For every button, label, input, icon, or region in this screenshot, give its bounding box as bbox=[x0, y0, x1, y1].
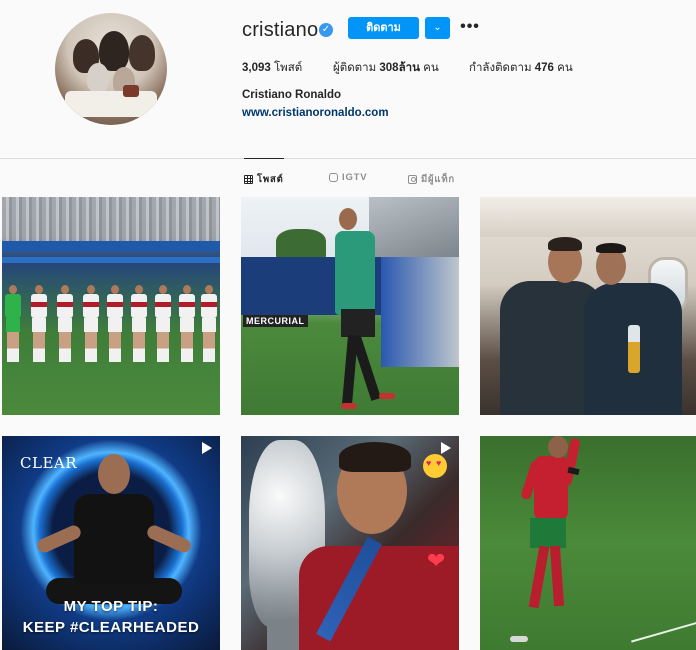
followers-label: ผู้ติดตาม bbox=[333, 62, 377, 74]
player-figure bbox=[82, 285, 100, 365]
ad-overlay-text: KEEP #CLEARHEADED bbox=[22, 619, 200, 636]
post-thumbnail[interactable] bbox=[2, 197, 220, 415]
player-shoe bbox=[341, 403, 357, 409]
post-thumbnail[interactable]: CLEAR MY TOP TIP: KEEP #CLEARHEADED bbox=[2, 436, 220, 650]
player-head bbox=[339, 208, 357, 230]
player-shoe bbox=[379, 393, 395, 399]
tab-igtv[interactable]: IGTV bbox=[329, 172, 367, 183]
mercurial-ad-text: MERCURIAL bbox=[243, 315, 308, 327]
profile-username: cristiano bbox=[242, 19, 319, 41]
player-figure bbox=[56, 285, 74, 365]
player-leg bbox=[528, 545, 550, 609]
player-head bbox=[548, 436, 568, 458]
player-figure bbox=[154, 285, 172, 365]
following-count: 476 bbox=[534, 62, 554, 74]
tab-tagged[interactable]: มีผู้แท็ก bbox=[408, 172, 455, 187]
tab-tagged-label: มีผู้แท็ก bbox=[421, 174, 455, 185]
ad-board bbox=[2, 257, 220, 263]
bottle bbox=[628, 325, 640, 373]
active-tab-indicator bbox=[244, 158, 284, 159]
player-figure bbox=[30, 285, 48, 365]
followers-count: 308ล้าน bbox=[379, 62, 420, 74]
posts-count: 3,093 bbox=[242, 62, 271, 74]
player-leg bbox=[351, 335, 381, 401]
video-play-icon bbox=[441, 442, 451, 454]
player-figure bbox=[106, 285, 124, 365]
profile-avatar[interactable] bbox=[55, 13, 167, 125]
avatar-person bbox=[129, 35, 155, 71]
pitch-line bbox=[631, 621, 696, 643]
player-shorts bbox=[341, 309, 375, 337]
followers-unit: คน bbox=[423, 62, 439, 74]
heart-emoji-icon: ❤ bbox=[427, 548, 446, 573]
post-thumbnail[interactable] bbox=[480, 436, 696, 650]
stat-followers[interactable]: ผู้ติดตาม 308ล้าน คน bbox=[333, 59, 439, 77]
player-figure bbox=[4, 285, 22, 365]
post-thumbnail[interactable] bbox=[480, 197, 696, 415]
tabs-divider bbox=[0, 158, 696, 159]
tag-icon bbox=[408, 175, 417, 184]
person-body bbox=[74, 494, 154, 584]
player-body bbox=[335, 231, 375, 315]
player-figure bbox=[200, 285, 218, 365]
stadium-stands bbox=[2, 197, 220, 241]
clear-logo: CLEAR bbox=[20, 454, 78, 472]
avatar-person bbox=[87, 63, 109, 93]
video-play-icon bbox=[202, 442, 212, 454]
posts-label: โพสต์ bbox=[273, 62, 303, 74]
instagram-profile-page: cristiano ✓ ติดตาม ⌄ ••• 3,093 โพสต์ ผู้… bbox=[0, 0, 696, 650]
ad-overlay-text: MY TOP TIP: bbox=[63, 598, 159, 615]
overhead-bin bbox=[480, 197, 696, 237]
player-leg bbox=[549, 545, 565, 607]
chevron-down-icon[interactable]: ⌄ bbox=[425, 17, 450, 39]
tab-igtv-label: IGTV bbox=[342, 172, 368, 183]
tab-posts-label: โพสต์ bbox=[257, 174, 284, 185]
player-hair bbox=[339, 442, 411, 472]
player-shorts bbox=[530, 518, 566, 548]
tab-posts[interactable]: โพสต์ bbox=[244, 172, 284, 187]
following-unit: คน bbox=[557, 62, 573, 74]
verified-badge-icon: ✓ bbox=[319, 23, 333, 37]
following-label: กำลังติดตาม bbox=[469, 62, 532, 74]
player-figure bbox=[130, 285, 148, 365]
tv-icon bbox=[329, 173, 338, 182]
stat-posts: 3,093 โพสต์ bbox=[242, 59, 302, 77]
player-shoe bbox=[510, 636, 528, 642]
more-options-icon[interactable]: ••• bbox=[460, 17, 480, 39]
post-thumbnail[interactable]: ❤ bbox=[241, 436, 459, 650]
person-head bbox=[98, 454, 130, 494]
heart-eyes-emoji-icon bbox=[423, 454, 447, 478]
person-hair bbox=[596, 243, 626, 253]
post-thumbnail[interactable]: MERCURIAL bbox=[241, 197, 459, 415]
person-hair bbox=[548, 237, 582, 251]
profile-website-link[interactable]: www.cristianoronaldo.com bbox=[242, 107, 389, 119]
stadium-roof bbox=[369, 197, 459, 257]
avatar-cake bbox=[123, 85, 139, 97]
follow-button[interactable]: ติดตาม bbox=[348, 17, 419, 39]
profile-full-name: Cristiano Ronaldo bbox=[242, 89, 342, 101]
player-torso bbox=[534, 456, 568, 520]
ad-board bbox=[2, 241, 220, 251]
avatar-table bbox=[65, 91, 157, 117]
stat-following[interactable]: กำลังติดตาม 476 คน bbox=[469, 59, 573, 77]
grid-icon bbox=[244, 175, 253, 184]
player-figure bbox=[178, 285, 196, 365]
tree bbox=[276, 229, 326, 259]
stadium-seats bbox=[381, 257, 459, 367]
